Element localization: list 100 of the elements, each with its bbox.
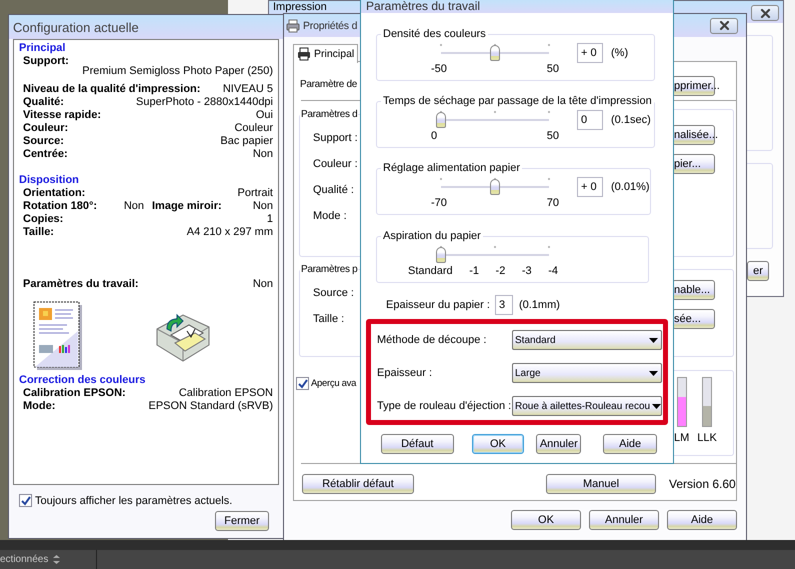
close-window-button[interactable]: Fermer bbox=[215, 511, 269, 531]
setting-value: Non bbox=[252, 278, 273, 291]
setting-label: Couleur: bbox=[23, 122, 68, 135]
section-heading: Correction des couleurs bbox=[19, 374, 147, 387]
unit-label: (0.01%) bbox=[611, 181, 650, 193]
dialog-button[interactable]: OK bbox=[472, 434, 524, 454]
scale-label: 50 bbox=[546, 63, 559, 75]
group-title: Paramètres p bbox=[300, 264, 358, 275]
dropdown[interactable]: Standard bbox=[512, 330, 662, 350]
group-title: Aspiration du papier bbox=[382, 230, 482, 242]
tick-mark bbox=[440, 178, 442, 180]
setting-value: Non bbox=[252, 148, 273, 161]
dialog-button[interactable]: Aide bbox=[603, 434, 657, 454]
setting-value: 1 bbox=[266, 213, 273, 226]
setting-value: Calibration EPSON bbox=[178, 387, 273, 400]
field-label: Taille : bbox=[313, 313, 346, 325]
field-label: Qualité : bbox=[313, 184, 355, 196]
close-button[interactable] bbox=[710, 18, 738, 34]
side-button[interactable]: nalisée... bbox=[672, 125, 715, 145]
reset-button[interactable]: Rétablir défaut bbox=[302, 474, 414, 494]
version-label: Version 6.60 bbox=[669, 477, 736, 491]
slider-thumb[interactable] bbox=[490, 45, 500, 61]
group-title: Densité des couleurs bbox=[382, 28, 487, 40]
section-heading: Disposition bbox=[19, 174, 80, 187]
field-label: Type de rouleau d'éjection : bbox=[377, 400, 512, 412]
tick-mark bbox=[548, 178, 550, 180]
tick-mark bbox=[494, 111, 496, 113]
setting-value: Non bbox=[124, 200, 144, 213]
setting-label: Paramètres du travail: bbox=[23, 278, 139, 291]
dialog-button[interactable]: Aide bbox=[667, 510, 737, 530]
checkbox-label[interactable]: Toujours afficher les paramètres actuels. bbox=[35, 494, 232, 506]
group-title: Temps de séchage par passage de la tête d'impression bbox=[382, 95, 653, 107]
dropdown[interactable]: Roue à ailettes-Rouleau recou bbox=[512, 396, 662, 416]
tab[interactable]: Principal bbox=[293, 44, 358, 63]
value-field[interactable]: 0 bbox=[577, 110, 603, 130]
setting-label: Centrée: bbox=[23, 148, 68, 161]
close-button[interactable] bbox=[751, 5, 779, 21]
field-label: Couleur : bbox=[313, 158, 359, 170]
scale-label: -4 bbox=[548, 265, 558, 277]
tick-mark bbox=[440, 44, 442, 46]
value-field[interactable]: + 0 bbox=[577, 43, 603, 63]
slider-thumb[interactable] bbox=[436, 112, 446, 128]
setting-label: Rotation 180°: bbox=[23, 200, 98, 213]
value-field[interactable]: 3 bbox=[494, 295, 513, 315]
tick-mark bbox=[494, 246, 496, 248]
scale-label: -50 bbox=[431, 63, 447, 75]
ink-label: LM bbox=[674, 432, 690, 444]
unit-label: (0.1sec) bbox=[611, 114, 651, 126]
unit-label: (0.1mm) bbox=[518, 299, 560, 311]
setting-value: Portrait bbox=[238, 187, 273, 200]
side-button[interactable]: sée... bbox=[672, 309, 715, 329]
checkbox[interactable] bbox=[19, 494, 32, 507]
section-heading: Principal bbox=[19, 42, 66, 55]
scale-label: 0 bbox=[431, 130, 438, 142]
setting-label: Orientation: bbox=[23, 187, 86, 200]
scale-label: 50 bbox=[546, 130, 559, 142]
window-button[interactable]: er bbox=[747, 261, 769, 281]
dialog-button[interactable]: Annuler bbox=[589, 510, 659, 530]
setting-label: Image miroir: bbox=[152, 200, 222, 213]
slider-thumb[interactable] bbox=[490, 179, 500, 195]
manual-button[interactable]: Manuel bbox=[546, 474, 656, 494]
setting-label: Taille: bbox=[23, 226, 54, 239]
close-icon bbox=[718, 20, 730, 31]
scale-label: -3 bbox=[522, 265, 532, 277]
setting-value: SuperPhoto - 2880x1440dpi bbox=[136, 96, 273, 109]
field-label: Support : bbox=[313, 132, 359, 144]
dialog-button[interactable]: Défaut bbox=[381, 434, 454, 454]
setting-value: Non bbox=[252, 200, 273, 213]
value-field[interactable]: + 0 bbox=[577, 177, 603, 197]
caret-icon bbox=[649, 370, 658, 376]
slider-thumb[interactable] bbox=[436, 247, 446, 263]
setting-label: Support: bbox=[23, 55, 70, 67]
setting-value: Premium Semigloss Photo Paper (250) bbox=[82, 66, 273, 77]
document-preview-drawing bbox=[33, 300, 83, 370]
setting-label: Niveau de la qualité d'impression: bbox=[23, 83, 200, 96]
tick-mark bbox=[548, 111, 550, 113]
dialog-button[interactable]: Annuler bbox=[536, 434, 582, 454]
printer-icon bbox=[297, 47, 311, 61]
caret-icon bbox=[649, 338, 658, 342]
scale-label: Standard bbox=[408, 265, 453, 277]
scale-label: -70 bbox=[431, 197, 447, 209]
window-title: Impression bbox=[273, 2, 327, 13]
dialog-button[interactable]: OK bbox=[511, 510, 581, 530]
taskbar-label[interactable]: ectionnées bbox=[0, 554, 48, 565]
side-button[interactable]: pier... bbox=[672, 154, 715, 174]
setting-label: Source: bbox=[23, 135, 64, 148]
window-title: Propriétés d bbox=[303, 20, 358, 32]
dropdown[interactable]: Large bbox=[512, 363, 662, 383]
field-label: Mode : bbox=[313, 210, 348, 222]
checkbox[interactable] bbox=[296, 377, 309, 390]
tick-mark bbox=[548, 44, 550, 46]
unit-label: (%) bbox=[611, 47, 628, 59]
close-icon bbox=[760, 8, 770, 18]
window-title: Configuration actuelle bbox=[13, 20, 139, 34]
setting-value: NIVEAU 5 bbox=[222, 83, 273, 96]
side-button[interactable]: nable... bbox=[672, 280, 715, 300]
scale-label: -1 bbox=[469, 265, 479, 277]
sort-icon bbox=[53, 555, 60, 564]
setting-label: Qualité: bbox=[23, 96, 64, 109]
checkbox-label[interactable]: Aperçu ava bbox=[311, 378, 356, 389]
